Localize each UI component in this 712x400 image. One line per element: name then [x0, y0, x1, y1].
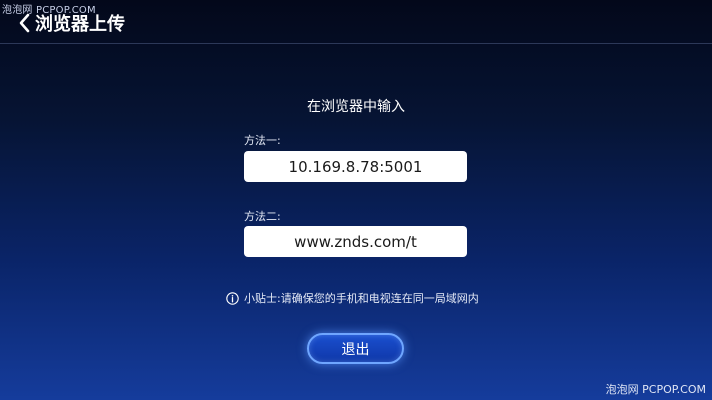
watermark-bottom: 泡泡网 PCPOP.COM [605, 383, 706, 396]
chevron-left-icon [19, 13, 30, 33]
info-icon [226, 291, 239, 305]
method-2-address: www.znds.com/t [244, 226, 467, 257]
header-divider [0, 43, 712, 44]
method-1-address: 10.169.8.78:5001 [244, 151, 467, 182]
tip: 小贴士:请确保您的手机和电视连在同一局域网内 [226, 290, 479, 306]
instruction-title: 在浏览器中输入 [307, 99, 405, 115]
back-button[interactable]: 浏览器上传 [18, 10, 125, 36]
exit-button[interactable]: 退出 [307, 333, 404, 364]
page-title: 浏览器上传 [35, 14, 125, 35]
method-2-label: 方法二: [244, 210, 281, 223]
tip-text: 小贴士:请确保您的手机和电视连在同一局域网内 [244, 292, 479, 305]
method-1-label: 方法一: [244, 134, 281, 147]
